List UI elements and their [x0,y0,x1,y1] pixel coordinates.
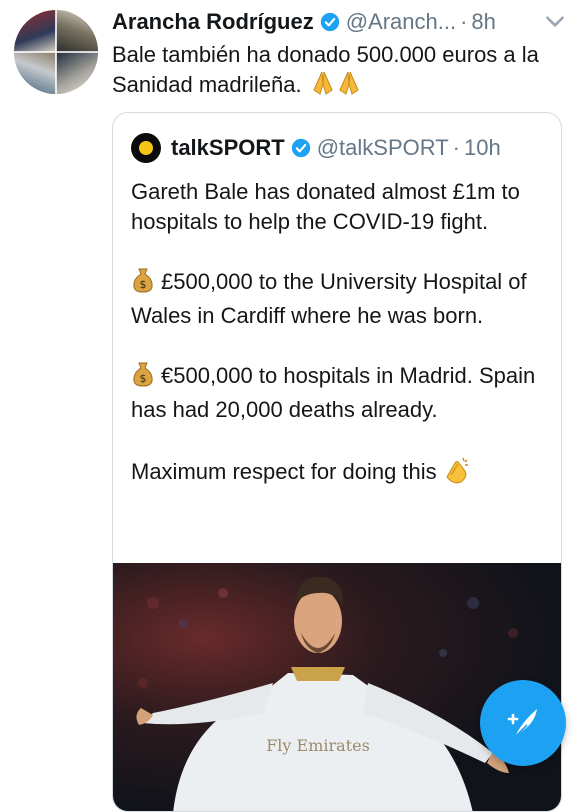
quoted-tweet-text: Gareth Bale has donated almost £1m to ho… [131,177,551,523]
verified-badge-icon [291,138,310,158]
compose-tweet-button[interactable] [480,680,566,766]
praying-hands-icon [310,70,362,104]
author-handle[interactable]: @Aranch... [346,9,456,35]
svg-text:$: $ [140,372,147,385]
quoted-paragraph-text: £500,000 to the University Hospital of W… [131,269,527,328]
quoted-paragraph: Gareth Bale has donated almost £1m to ho… [131,179,520,234]
avatar-tile [56,52,98,94]
money-bag-icon: $ [131,361,155,395]
quoted-paragraph-item: $ £500,000 to the University Hospital of… [131,267,551,331]
quoted-paragraph-item: Maximum respect for doing this [131,455,551,493]
money-bag-icon: $ [131,267,155,301]
profile-avatar[interactable] [14,10,98,94]
author-name[interactable]: Arancha Rodríguez [112,9,314,35]
tweet-header: Arancha Rodríguez @Aranch... · 8h [112,6,496,38]
svg-text:$: $ [140,278,147,291]
quoted-paragraph-item: $ €500,000 to hospitals in Madrid. Spain… [131,361,551,425]
clapping-hands-icon [441,455,471,493]
avatar-divider [14,51,98,53]
quoted-author-name[interactable]: talkSPORT [171,135,285,161]
quoted-author-avatar[interactable] [131,133,161,163]
quoted-tweet-header: talkSPORT @talkSPORT · 10h [131,133,501,163]
quoted-tweet-time: 10h [464,135,501,160]
verified-badge-icon [320,12,339,32]
separator-dot: · [460,9,468,34]
compose-tweet-icon [507,709,537,738]
avatar-tile [14,10,56,52]
avatar-tile [14,52,56,94]
tweet-text: Bale también ha donado 500.000 euros a l… [112,40,564,104]
tweet-time[interactable]: 8h [471,9,495,35]
quoted-author-handle[interactable]: @talkSPORT [317,135,449,161]
avatar-tile [56,10,98,52]
soccer-ball-icon [139,141,153,155]
quoted-paragraph-text: €500,000 to hospitals in Madrid. Spain h… [131,363,536,422]
quoted-paragraph-text: Maximum respect for doing this [131,459,437,484]
tweet-media-image[interactable]: Fly Emirates [113,563,561,811]
player-photo-illustration: Fly Emirates [136,576,539,811]
shirt-sponsor-text: Fly Emirates [266,736,370,755]
separator-dot: · [452,135,460,160]
chevron-down-icon[interactable] [542,8,568,34]
